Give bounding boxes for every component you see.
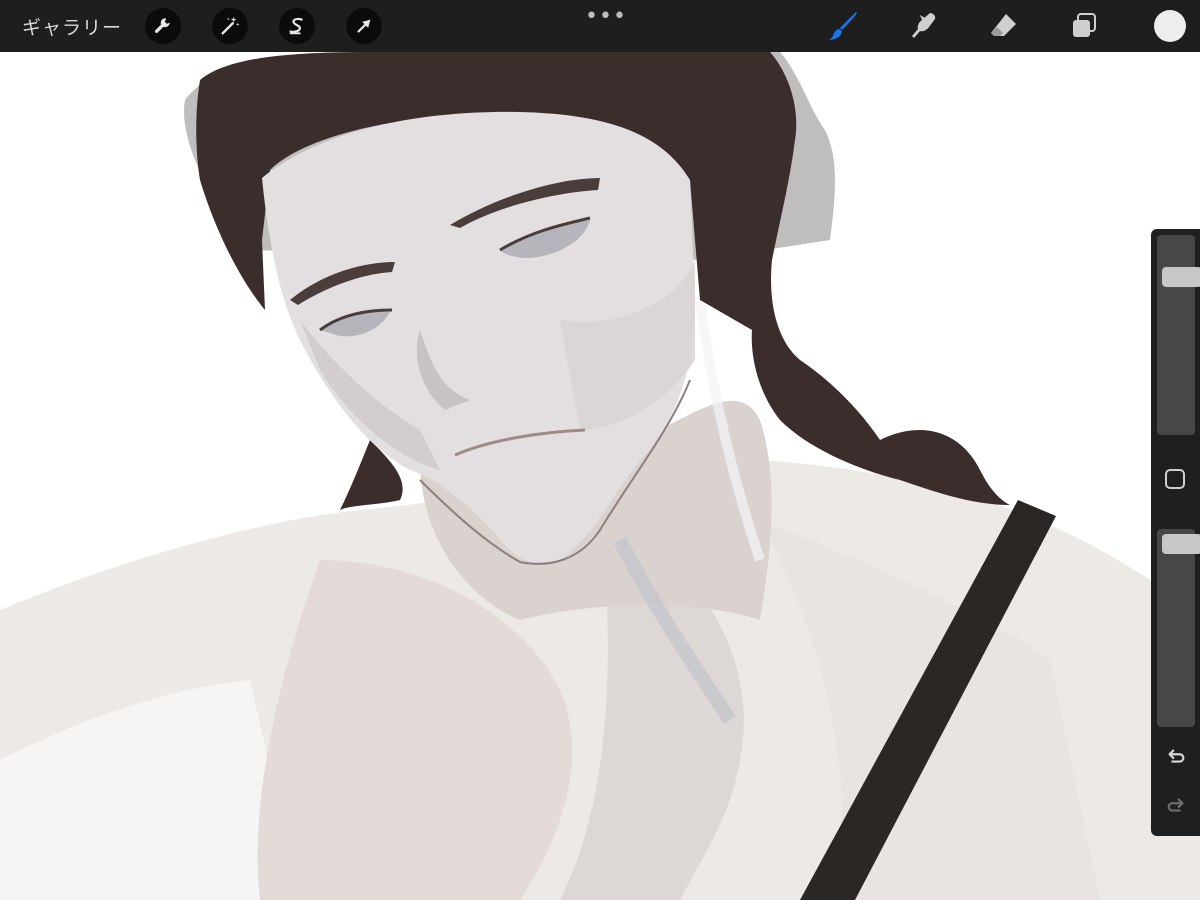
- magic-wand-icon: [221, 16, 240, 35]
- redo-arrow-icon: [1167, 798, 1184, 812]
- smudge-icon: [912, 13, 936, 38]
- layers-icon: [1073, 13, 1096, 37]
- actions-button[interactable]: [145, 8, 181, 44]
- eraser-tool-button[interactable]: [986, 8, 1022, 44]
- drawing-canvas[interactable]: [0, 52, 1200, 900]
- color-picker-button[interactable]: [1154, 10, 1186, 42]
- brush-size-slider[interactable]: [1157, 235, 1200, 435]
- brush-size-thumb[interactable]: [1162, 267, 1200, 287]
- selection-button[interactable]: [279, 8, 315, 44]
- square-outline-icon[interactable]: [1165, 469, 1185, 489]
- brush-icon: [829, 12, 857, 40]
- top-toolbar: ギャラリー •••: [0, 0, 1200, 52]
- painting-artwork: [0, 52, 1200, 900]
- transform-arrow-icon: [357, 19, 371, 33]
- more-options-button[interactable]: •••: [585, 4, 627, 29]
- selection-icon: [289, 17, 303, 35]
- adjustments-button[interactable]: [212, 8, 248, 44]
- brush-opacity-thumb[interactable]: [1162, 534, 1200, 554]
- wrench-icon: [154, 18, 170, 33]
- eraser-icon: [991, 14, 1016, 36]
- smudge-tool-button[interactable]: [906, 8, 942, 44]
- redo-button[interactable]: [1163, 793, 1189, 819]
- transform-button[interactable]: [346, 8, 382, 44]
- gallery-button[interactable]: ギャラリー: [22, 13, 122, 40]
- undo-button[interactable]: [1163, 744, 1189, 770]
- undo-arrow-icon: [1168, 749, 1185, 763]
- brush-opacity-slider[interactable]: [1157, 529, 1200, 727]
- layers-button[interactable]: [1066, 8, 1102, 44]
- brush-sliders-panel: [1151, 229, 1200, 836]
- paint-tool-button[interactable]: [825, 8, 861, 44]
